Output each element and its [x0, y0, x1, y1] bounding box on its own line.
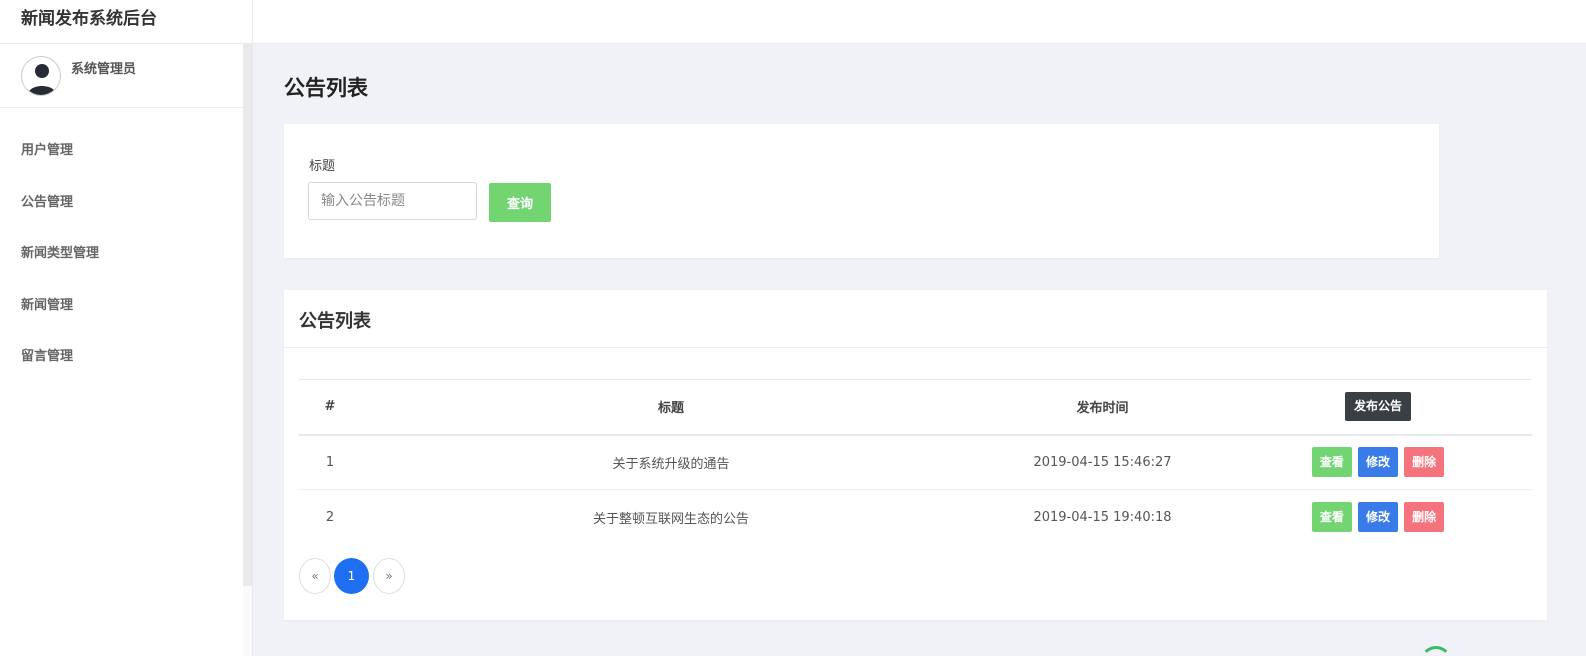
table-row: 1 关于系统升级的通告 2019-04-15 15:46:27 查看 修改 删除: [299, 435, 1532, 490]
sidebar-scrollbar-thumb[interactable]: [243, 44, 252, 586]
edit-button[interactable]: 修改: [1357, 502, 1398, 533]
sidebar-menu: 用户管理 公告管理 新闻类型管理 新闻管理 留言管理: [0, 108, 243, 383]
app-title: 新闻发布系统后台: [0, 0, 253, 44]
table-row: 2 关于整顿互联网生态的公告 2019-04-15 19:40:18 查看 修改…: [299, 490, 1532, 545]
pagination-prev-button[interactable]: «: [299, 558, 331, 594]
pagination-next-button[interactable]: »: [373, 558, 405, 594]
sidebar: 系统管理员 用户管理 公告管理 新闻类型管理 新闻管理 留言管理: [0, 44, 253, 656]
column-header-actions: 发布公告: [1224, 380, 1532, 435]
announcement-list-panel: 公告列表 # 标题 发布时间 发布公告 1 关于系统升级的通告 2019-04-…: [284, 290, 1547, 620]
row-time: 2019-04-15 19:40:18: [1033, 509, 1172, 525]
edit-button[interactable]: 修改: [1357, 447, 1398, 478]
page-title: 公告列表: [284, 76, 368, 100]
delete-button[interactable]: 删除: [1404, 447, 1445, 478]
list-title: 公告列表: [284, 290, 1547, 348]
top-header: 新闻发布系统后台: [0, 0, 1586, 44]
user-panel: 系统管理员: [0, 44, 243, 108]
sidebar-item-messages[interactable]: 留言管理: [0, 331, 243, 383]
row-num: 1: [325, 454, 335, 470]
column-header-title: 标题: [657, 401, 684, 417]
search-panel: 标题 查询: [284, 124, 1439, 258]
publish-announcement-button[interactable]: 发布公告: [1344, 392, 1411, 422]
loading-spinner-icon: [1420, 646, 1452, 656]
title-search-input[interactable]: [308, 182, 477, 220]
sidebar-item-users[interactable]: 用户管理: [0, 125, 243, 177]
sidebar-item-news[interactable]: 新闻管理: [0, 280, 243, 332]
row-title: 关于系统升级的通告: [612, 456, 730, 472]
title-field-label: 标题: [309, 159, 336, 174]
user-name: 系统管理员: [71, 62, 137, 77]
sidebar-item-news-types[interactable]: 新闻类型管理: [0, 228, 243, 280]
row-time: 2019-04-15 15:46:27: [1033, 454, 1172, 470]
row-num: 2: [325, 509, 335, 525]
query-button[interactable]: 查询: [489, 183, 551, 222]
row-title: 关于整顿互联网生态的公告: [592, 511, 749, 527]
pagination-page-1[interactable]: 1: [334, 558, 369, 594]
row-actions: 查看 修改 删除: [1224, 435, 1532, 490]
view-button[interactable]: 查看: [1311, 502, 1352, 533]
user-avatar-icon: [21, 56, 61, 96]
delete-button[interactable]: 删除: [1404, 502, 1445, 533]
view-button[interactable]: 查看: [1311, 447, 1352, 478]
announcement-table: # 标题 发布时间 发布公告 1 关于系统升级的通告 2019-04-15 15…: [299, 379, 1532, 545]
row-actions: 查看 修改 删除: [1224, 490, 1532, 545]
column-header-time: 发布时间: [1076, 401, 1129, 417]
column-header-num: #: [324, 399, 336, 415]
table-header-row: # 标题 发布时间 发布公告: [299, 379, 1532, 435]
sidebar-item-announcements[interactable]: 公告管理: [0, 177, 243, 229]
